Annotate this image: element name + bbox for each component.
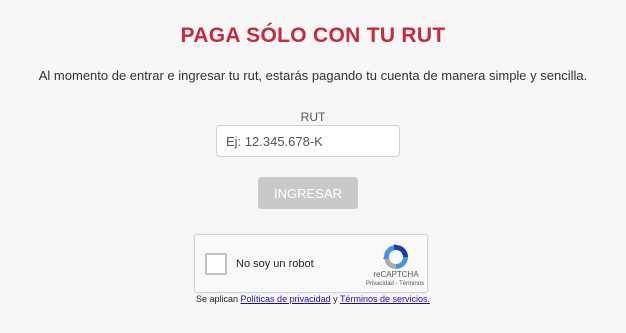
ingresar-button[interactable]: INGRESAR [258,177,358,209]
recaptcha-checkbox-label: No soy un robot [236,258,314,270]
recaptcha-links: Privacidad - Términos [357,281,433,287]
recaptcha-checkbox[interactable] [205,253,227,275]
recaptcha-widget: No soy un robot reCAPTCHA Privacidad - T… [194,234,428,293]
page-title: PAGA SÓLO CON TU RUT [180,24,446,47]
payment-page: PAGA SÓLO CON TU RUT Al momento de entra… [0,0,626,333]
recaptcha-terms-link[interactable]: Términos [399,281,424,287]
recaptcha-privacy-link[interactable]: Privacidad [366,281,394,287]
terms-of-service-link[interactable]: Términos de servicios. [340,294,430,304]
recaptcha-logo-icon [383,244,408,269]
policy-connector: y [330,294,340,304]
recaptcha-policy-notice: Se aplican Políticas de privacidad y Tér… [0,294,626,304]
rut-label: RUT [300,110,326,124]
rut-input[interactable] [216,125,400,157]
policy-prefix: Se aplican [196,294,241,304]
recaptcha-brand: reCAPTCHA [373,270,419,279]
page-subtitle: Al momento de entrar e ingresar tu rut, … [38,68,588,83]
privacy-policy-link[interactable]: Políticas de privacidad [241,294,331,304]
